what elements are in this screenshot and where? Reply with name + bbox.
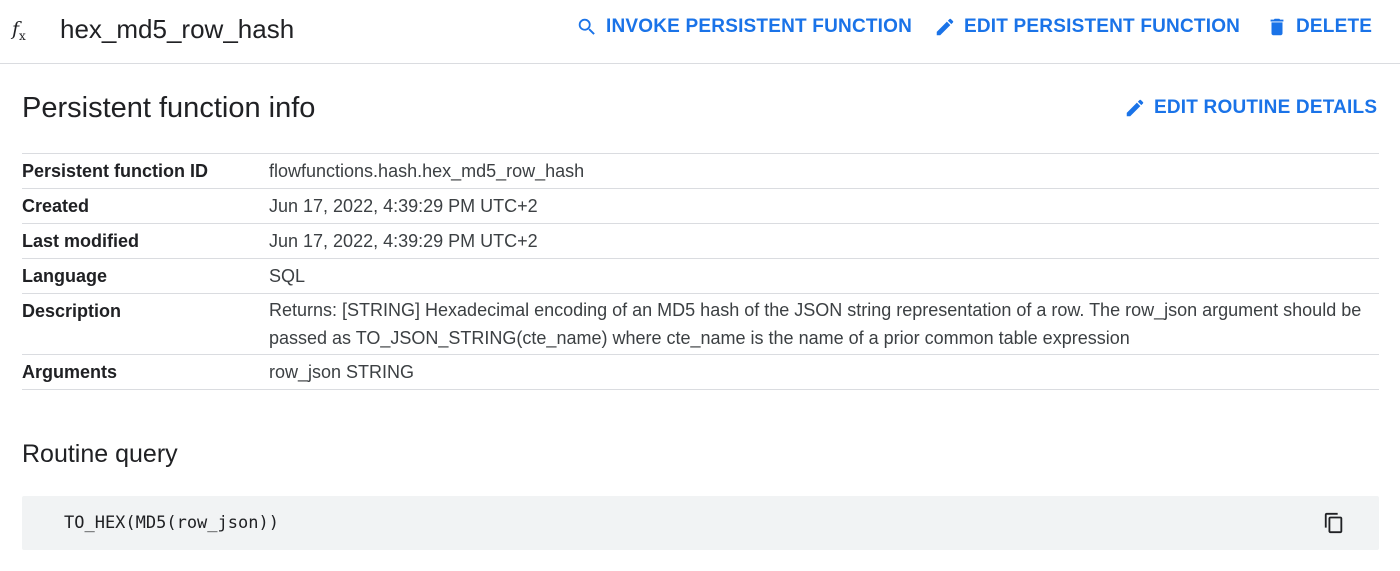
edit-persistent-function-button[interactable]: EDIT PERSISTENT FUNCTION <box>934 16 1240 38</box>
table-row: Arguments row_json STRING <box>22 355 1379 390</box>
info-table: Persistent function ID flowfunctions.has… <box>22 153 1379 390</box>
invoke-label: INVOKE PERSISTENT FUNCTION <box>606 16 913 37</box>
delete-label: DELETE <box>1296 16 1373 37</box>
row-value: SQL <box>269 266 306 286</box>
table-row: Persistent function ID flowfunctions.has… <box>22 154 1379 189</box>
row-key: Arguments <box>22 362 118 382</box>
row-value: flowfunctions.hash.hex_md5_row_hash <box>269 161 585 181</box>
row-key: Persistent function ID <box>22 161 209 181</box>
row-key: Language <box>22 266 108 286</box>
row-value: Jun 17, 2022, 4:39:29 PM UTC+2 <box>269 231 538 251</box>
copy-icon[interactable] <box>1323 511 1345 535</box>
edit-routine-details-button[interactable]: EDIT ROUTINE DETAILS <box>1124 97 1377 119</box>
function-name: hex_md5_row_hash <box>60 14 295 44</box>
routine-query-code[interactable]: TO_HEX(MD5(row_json)) <box>64 513 279 533</box>
row-value: Jun 17, 2022, 4:39:29 PM UTC+2 <box>269 196 538 216</box>
row-key: Description <box>22 301 122 321</box>
row-key: Last modified <box>22 231 140 251</box>
invoke-persistent-function-button[interactable]: INVOKE PERSISTENT FUNCTION <box>576 16 912 38</box>
delete-button[interactable]: DELETE <box>1266 16 1372 38</box>
edit-label: EDIT PERSISTENT FUNCTION <box>964 16 1241 37</box>
table-row: Created Jun 17, 2022, 4:39:29 PM UTC+2 <box>22 189 1379 224</box>
row-value: row_json STRING <box>269 362 415 382</box>
edit-details-label: EDIT ROUTINE DETAILS <box>1154 97 1378 118</box>
search-icon <box>578 18 595 35</box>
info-section-title: Persistent function info <box>22 92 316 124</box>
function-icon: fx <box>12 18 26 43</box>
top-bar: fx hex_md5_row_hash INVOKE PERSISTENT FU… <box>0 0 1400 64</box>
row-key: Created <box>22 196 90 216</box>
row-value: Returns: [STRING] Hexadecimal encoding o… <box>269 300 1362 348</box>
table-row: Description Returns: [STRING] Hexadecima… <box>22 294 1379 355</box>
pencil-icon <box>936 18 954 36</box>
table-row: Language SQL <box>22 259 1379 294</box>
trash-icon <box>1270 18 1284 36</box>
query-section-title: Routine query <box>22 440 178 468</box>
table-row: Last modified Jun 17, 2022, 4:39:29 PM U… <box>22 224 1379 259</box>
routine-query-box: TO_HEX(MD5(row_json)) <box>22 496 1379 550</box>
pencil-icon <box>1126 99 1144 117</box>
